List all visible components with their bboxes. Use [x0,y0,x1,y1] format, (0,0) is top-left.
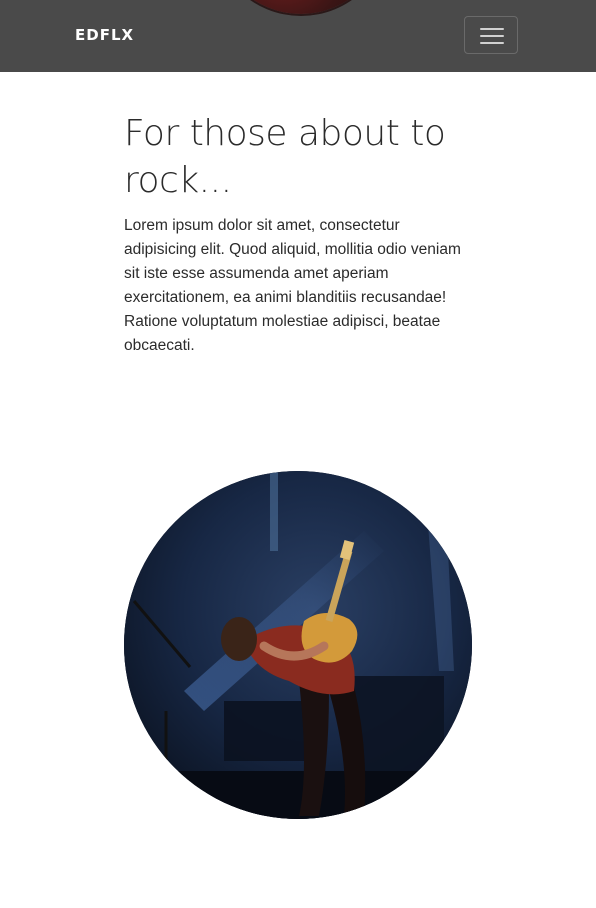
intro-paragraph: Lorem ipsum dolor sit amet, consectetur … [124,217,461,354]
hamburger-menu-icon [480,28,504,30]
intro-section: For those about to rock... Lorem ipsum d… [124,110,472,358]
header-circle-image [214,0,388,14]
brand-logo-link[interactable]: EDFLX [75,26,134,44]
guitarist-illustration [124,471,472,819]
navbar: EDFLX [0,0,596,72]
navbar-toggler-button[interactable] [464,16,518,54]
guitarist-circle-photo [124,471,472,819]
page-heading: For those about to rock... [124,113,446,201]
